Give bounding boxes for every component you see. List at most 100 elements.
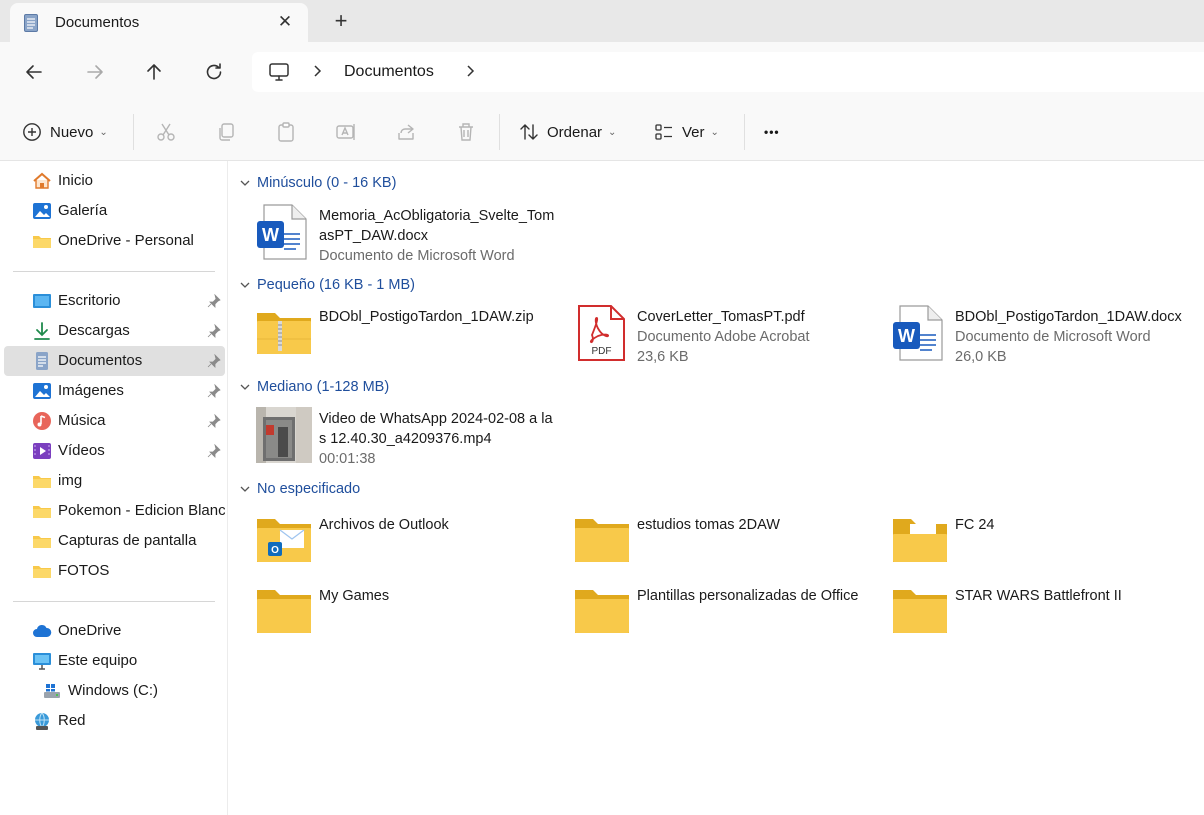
- pin-icon[interactable]: [207, 324, 221, 338]
- pictures-icon: [33, 383, 51, 399]
- view-list-icon: [655, 124, 672, 140]
- group-header-small[interactable]: Pequeño (16 KB - 1 MB): [239, 275, 415, 295]
- chevron-down-icon: [240, 180, 250, 186]
- cut-button[interactable]: [155, 121, 177, 143]
- sidebar-item-this-pc[interactable]: Este equipo: [4, 646, 225, 676]
- sidebar-item-documents[interactable]: Documentos: [4, 346, 225, 376]
- folder-item-mygames[interactable]: My Games: [256, 587, 566, 643]
- view-button-label: Ver: [682, 123, 705, 141]
- chevron-down-icon: ⌄: [608, 126, 617, 138]
- file-type: Documento de Microsoft Word: [955, 329, 1151, 345]
- file-size: 23,6 KB: [637, 349, 689, 365]
- pin-icon[interactable]: [207, 354, 221, 368]
- sidebar-item-label: OneDrive - Personal: [58, 232, 194, 249]
- divider: [499, 114, 500, 150]
- group-header-unspecified[interactable]: No especificado: [239, 479, 360, 499]
- copy-icon: [219, 123, 234, 141]
- refresh-button[interactable]: [202, 60, 226, 84]
- chevron-down-icon: ⌄: [99, 126, 108, 138]
- plus-circle-icon: [23, 123, 41, 141]
- document-icon: [36, 352, 48, 370]
- sidebar-item-screenshots[interactable]: Capturas de pantalla: [4, 526, 225, 556]
- more-icon: •••: [764, 125, 780, 139]
- word-document-icon: W: [257, 204, 307, 260]
- file-name: BDObl_PostigoTardon_1DAW.docx: [955, 309, 1182, 325]
- forward-button[interactable]: [83, 60, 107, 84]
- up-button[interactable]: [142, 60, 166, 84]
- divider: [133, 114, 134, 150]
- folder-name: FC 24: [955, 517, 995, 533]
- tab-title: Documentos: [55, 14, 140, 31]
- close-tab-icon[interactable]: ✕: [274, 11, 296, 33]
- folder-item-plantillas[interactable]: Plantillas personalizadas de Office: [574, 587, 884, 643]
- chevron-right-icon[interactable]: [463, 64, 477, 78]
- folder-icon: [33, 566, 51, 578]
- new-tab-button[interactable]: +: [330, 10, 352, 32]
- chevron-right-icon[interactable]: [310, 64, 324, 78]
- rename-button[interactable]: [335, 121, 357, 143]
- rename-icon: [336, 124, 355, 140]
- pin-icon[interactable]: [207, 294, 221, 308]
- new-button[interactable]: Nuevo ⌄: [22, 120, 108, 144]
- sidebar-item-desktop[interactable]: Escritorio: [4, 286, 225, 316]
- sidebar-item-label: Imágenes: [58, 382, 124, 399]
- sidebar-item-pictures[interactable]: Imágenes: [4, 376, 225, 406]
- file-item-pdf[interactable]: PDF CoverLetter_TomasPT.pdf Documento Ad…: [574, 305, 884, 375]
- sidebar-item-downloads[interactable]: Descargas: [4, 316, 225, 346]
- more-options-button[interactable]: •••: [764, 120, 780, 144]
- paste-button[interactable]: [275, 121, 297, 143]
- sort-button[interactable]: Ordenar ⌄: [519, 120, 616, 144]
- sidebar-item-onedrive-personal[interactable]: OneDrive - Personal: [4, 226, 225, 256]
- sidebar-item-label: Descargas: [58, 322, 130, 339]
- file-item-docx[interactable]: W BDObl_PostigoTardon_1DAW.docx Document…: [892, 305, 1202, 375]
- sidebar-item-music[interactable]: Música: [4, 406, 225, 436]
- folder-name: estudios tomas 2DAW: [637, 517, 780, 533]
- sidebar-item-videos[interactable]: Vídeos: [4, 436, 225, 466]
- sidebar-item-gallery[interactable]: Galería: [4, 196, 225, 226]
- tab-documentos[interactable]: Documentos ✕: [10, 3, 308, 42]
- folder-item-starwars[interactable]: STAR WARS Battlefront II: [892, 587, 1202, 643]
- sidebar-item-pokemon[interactable]: Pokemon - Edicion Blanca: [4, 496, 225, 526]
- folder-icon: [893, 590, 947, 633]
- sidebar-item-label: Galería: [58, 202, 108, 219]
- sidebar-item-home[interactable]: Inicio: [4, 166, 225, 196]
- sidebar-item-img[interactable]: img: [4, 466, 225, 496]
- group-header-tiny[interactable]: Minúsculo (0 - 16 KB): [239, 173, 396, 193]
- file-item-memoria[interactable]: W Memoria_AcObligatoria_Svelte_TomasPT_D…: [256, 204, 566, 274]
- sidebar-item-label: Red: [58, 712, 86, 729]
- clipboard-icon: [278, 122, 294, 142]
- file-item-zip[interactable]: BDObl_PostigoTardon_1DAW.zip: [256, 305, 566, 375]
- folder-icon: [33, 506, 51, 518]
- download-icon: [34, 322, 50, 340]
- sidebar-item-onedrive[interactable]: OneDrive: [4, 616, 225, 646]
- sidebar-item-label: OneDrive: [58, 622, 122, 639]
- pin-icon[interactable]: [207, 384, 221, 398]
- folder-item-estudios[interactable]: estudios tomas 2DAW: [574, 516, 884, 572]
- folder-item-fc24[interactable]: FC 24: [892, 516, 1202, 572]
- sidebar-item-label: FOTOS: [58, 562, 110, 579]
- address-bar[interactable]: Documentos: [252, 52, 1204, 92]
- breadcrumb-documentos[interactable]: Documentos: [344, 63, 434, 81]
- file-type: Documento Adobe Acrobat: [637, 329, 810, 345]
- file-size: 26,0 KB: [955, 349, 1007, 365]
- sidebar-item-network[interactable]: Red: [4, 706, 225, 736]
- sidebar-item-windows-c[interactable]: Windows (C:): [14, 676, 235, 706]
- monitor-icon: [33, 653, 51, 670]
- sidebar-item-fotos[interactable]: FOTOS: [4, 556, 225, 586]
- network-icon: [35, 712, 49, 730]
- svg-text:O: O: [271, 545, 279, 556]
- pin-icon[interactable]: [207, 444, 221, 458]
- zip-folder-icon: [257, 313, 311, 354]
- sidebar-divider: [13, 271, 215, 272]
- copy-button[interactable]: [215, 121, 237, 143]
- view-button[interactable]: Ver ⌄: [654, 120, 719, 144]
- sidebar-item-label: Música: [58, 412, 106, 429]
- folder-item-outlook[interactable]: O Archivos de Outlook: [256, 516, 566, 572]
- file-item-video[interactable]: Video de WhatsApp 2024-02-08 a las 12.40…: [256, 407, 566, 477]
- group-header-medium[interactable]: Mediano (1-128 MB): [239, 377, 389, 397]
- back-button[interactable]: [22, 60, 46, 84]
- folder-with-document-icon: [893, 519, 947, 562]
- pin-icon[interactable]: [207, 414, 221, 428]
- delete-button[interactable]: [455, 121, 477, 143]
- share-button[interactable]: [395, 121, 417, 143]
